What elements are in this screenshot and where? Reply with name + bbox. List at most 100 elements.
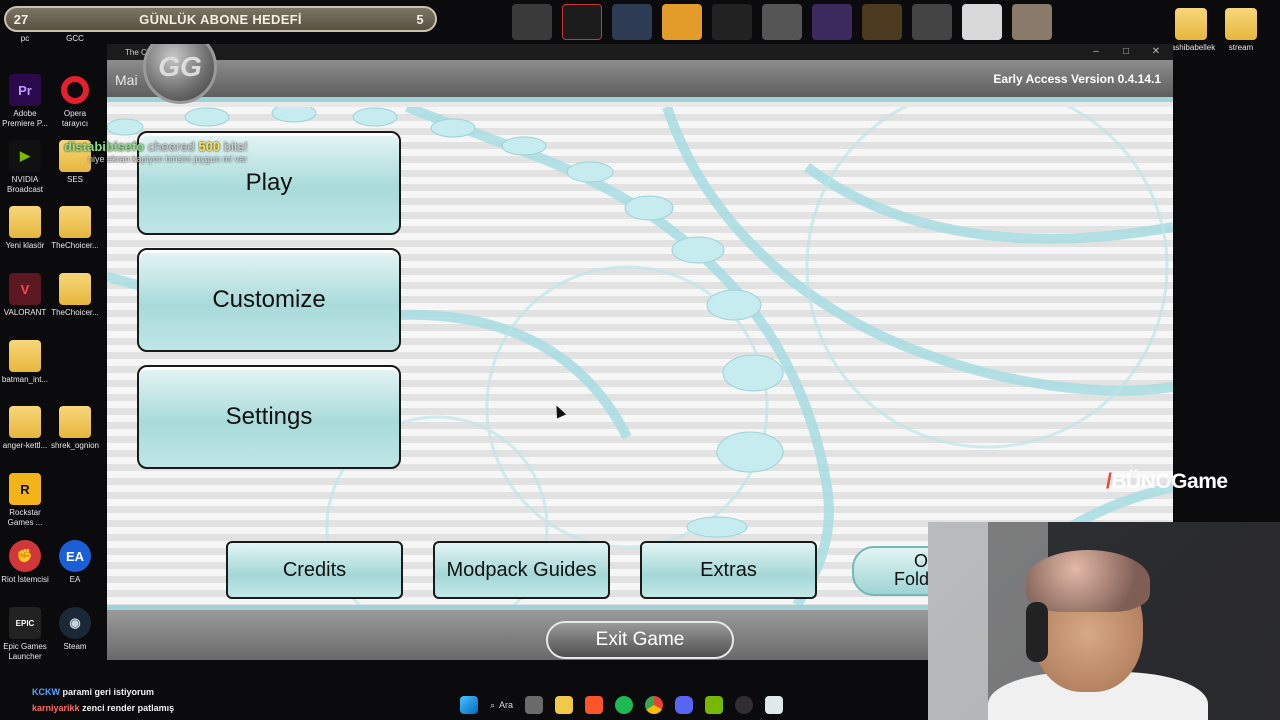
cheer-amount: 500 [198, 139, 221, 154]
obs-icon[interactable] [735, 696, 754, 714]
chrome-icon[interactable] [645, 696, 664, 714]
headset-icon [1026, 602, 1048, 662]
brand-name: BÜNOGame [1111, 470, 1228, 493]
modpack-guides-button[interactable]: Modpack Guides [433, 541, 610, 599]
folder-icon [9, 406, 41, 438]
desktop-icon-label: kashibabellek [1166, 43, 1216, 52]
customize-button[interactable]: Customize [137, 248, 401, 352]
close-icon[interactable]: ✕ [1141, 44, 1171, 60]
desktop-icon-game[interactable] [812, 4, 852, 40]
folder-icon [1175, 8, 1207, 40]
desktop-icon-steam[interactable]: ◉ Steam [50, 607, 100, 652]
desktop-icon-label: NVIDIA Broadcast [6, 175, 44, 194]
desktop-icon-premiere[interactable]: Pr Adobe Premiere P... [0, 74, 50, 129]
desktop-icon-label: SES [66, 175, 83, 184]
steam-icon: ◉ [59, 607, 91, 639]
desktop-icon-game[interactable] [762, 4, 802, 40]
chat-text: parami geri istiyorum [62, 687, 155, 697]
desktop-icon-game[interactable] [962, 4, 1002, 40]
desktop-folder-stream[interactable]: stream [1216, 8, 1266, 53]
screen: 27 GÜNLÜK ABONE HEDEFİ 5 kashibabellek s… [0, 0, 1280, 720]
stream-chat: KCKW parami geri istiyorum karniyarikk z… [32, 684, 174, 716]
desktop-icon-game[interactable] [562, 4, 602, 40]
ea-icon: EA [59, 540, 91, 572]
taskbar: ⌕ Ara [460, 692, 784, 718]
desktop-icon-label: Rockstar Games ... [7, 508, 43, 527]
folder-icon [59, 406, 91, 438]
desktop-icon-riot[interactable]: ✊ Riot İstemcisi [0, 540, 50, 585]
desktop-folder-thechoicer-1[interactable]: TheChoicer... [50, 206, 100, 251]
folder-icon [9, 340, 41, 372]
taskbar-search[interactable]: ⌕ Ara [490, 700, 513, 711]
desktop-icon-label: pc [20, 34, 30, 43]
valorant-icon: V [9, 273, 41, 305]
extras-button[interactable]: Extras [640, 541, 817, 599]
cheer-user: distabibisefo [64, 139, 145, 154]
window-titlebar[interactable]: The Ch – □ ✕ [107, 44, 1173, 60]
desktop-icon-game[interactable] [1012, 4, 1052, 40]
desktop-icon-game[interactable] [662, 4, 702, 40]
game-taskbar-icon[interactable] [765, 696, 784, 714]
desktop-icon-label: Steam [63, 642, 87, 651]
desktop-icon-ea[interactable]: EA EA [50, 540, 100, 585]
desktop-icon-valorant[interactable]: V VALORANT [0, 273, 50, 318]
desktop-icon-label: VALORANT [3, 308, 47, 317]
settings-button[interactable]: Settings [137, 365, 401, 469]
nvidia-icon: ▶ [9, 140, 41, 172]
desktop-icon-epic[interactable]: EPIC Epic Games Launcher [0, 607, 50, 662]
desktop-folder-kashibabellek[interactable]: kashibabellek [1166, 8, 1216, 53]
maximize-icon[interactable]: □ [1111, 44, 1141, 60]
nvidia-taskbar-icon[interactable] [705, 696, 724, 714]
minimize-icon[interactable]: – [1081, 44, 1111, 60]
desktop-icon-label: Yeni klasör [5, 241, 45, 250]
desktop-folder-anger-kettle[interactable]: anger-kettl... [0, 406, 50, 451]
cheer-suffix: bits! [223, 139, 248, 154]
chat-text: zenci render patlamış [82, 703, 175, 713]
desktop-icon-game[interactable] [862, 4, 902, 40]
desktop-folder-shrek[interactable]: shrek_ognion [50, 406, 100, 451]
desktop-icon-game[interactable] [712, 4, 752, 40]
desktop-icon-label: Epic Games Launcher [3, 642, 47, 661]
desktop-icon-label: TheChoicer... [51, 308, 99, 317]
desktop-icon-opera[interactable]: Opera tarayıcı [50, 74, 100, 129]
game-header: Mai Early Access Version 0.4.14.1 [107, 60, 1173, 102]
desktop-icon-label: GCC [66, 34, 84, 43]
version-label: Early Access Version 0.4.14.1 [993, 72, 1161, 86]
desktop-icon-label: Adobe Premiere P... [2, 109, 48, 128]
windows-start-icon[interactable] [460, 696, 478, 714]
cheer-message: niye ekran kapiyon birisini joygun mi va… [88, 154, 248, 164]
menu-title: Mai [115, 72, 138, 88]
desktop-icon-pc[interactable]: pc [0, 34, 50, 44]
chat-message: KCKW parami geri istiyorum [32, 684, 174, 700]
goal-current: 27 [13, 11, 29, 27]
desktop-icon-game[interactable] [912, 4, 952, 40]
desktop-icon-nvidia-broadcast[interactable]: ▶ NVIDIA Broadcast [0, 140, 50, 195]
subscriber-goal-bar: 27 GÜNLÜK ABONE HEDEFİ 5 [4, 6, 437, 32]
discord-icon[interactable] [675, 696, 694, 714]
file-explorer-icon[interactable] [555, 696, 574, 714]
goal-title: GÜNLÜK ABONE HEDEFİ [139, 11, 302, 27]
folder-icon [59, 206, 91, 238]
credits-button[interactable]: Credits [226, 541, 403, 599]
search-icon: ⌕ [490, 699, 496, 710]
desktop-folder-thechoicer-2[interactable]: TheChoicer... [50, 273, 100, 318]
desktop-folder-batman[interactable]: batman_int... [0, 340, 50, 385]
desktop-icon-label: EA [69, 575, 81, 584]
cheer-alert: distabibisefo cheered 500 bits! niye ekr… [64, 139, 248, 164]
desktop-icon-gcc[interactable]: GCC [50, 34, 100, 44]
opera-icon [59, 74, 91, 106]
folder-icon [9, 206, 41, 238]
premiere-icon: Pr [9, 74, 41, 106]
desktop-icon-game[interactable] [612, 4, 652, 40]
desktop-icon-label: Riot İstemcisi [1, 575, 49, 584]
task-view-icon[interactable] [525, 696, 544, 714]
desktop-folder-yeni-klasor[interactable]: Yeni klasör [0, 206, 50, 251]
desktop-icon-label: Opera tarayıcı [61, 109, 89, 128]
chat-username: KCKW [32, 687, 60, 697]
spotify-icon[interactable] [615, 696, 634, 714]
chat-username: karniyarikk [32, 703, 80, 713]
desktop-icon-rockstar[interactable]: R Rockstar Games ... [0, 473, 50, 528]
desktop-icon-game[interactable] [512, 4, 552, 40]
brave-icon[interactable] [585, 696, 604, 714]
exit-game-button[interactable]: Exit Game [546, 621, 734, 659]
